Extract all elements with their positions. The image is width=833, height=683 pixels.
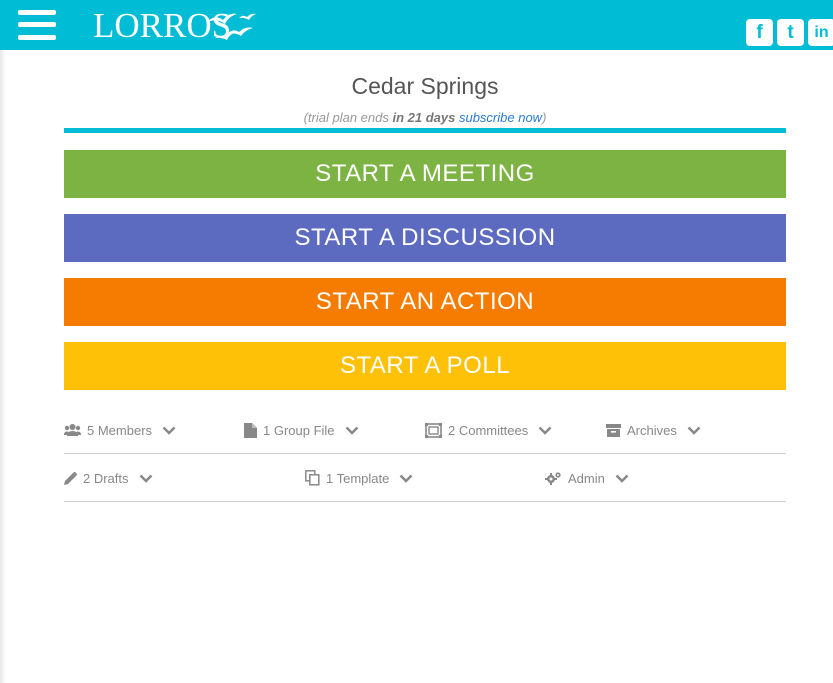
chevron-down-icon	[687, 426, 701, 435]
gears-icon	[545, 472, 561, 485]
group-info-row-1: 5 Members 1 Group File 2 Committees Arch…	[64, 406, 786, 454]
group-info-row-2: 2 Drafts 1 Template Admin	[64, 454, 786, 502]
chevron-down-icon	[345, 426, 358, 435]
drafts-label: 2 Drafts	[83, 470, 129, 486]
members-label: 5 Members	[87, 422, 153, 438]
members-dropdown[interactable]: 5 Members	[64, 406, 176, 454]
archives-label: Archives	[627, 422, 677, 438]
pencil-icon	[64, 471, 77, 485]
file-icon	[244, 422, 257, 438]
template-icon	[305, 470, 320, 486]
admin-label: Admin	[568, 470, 605, 486]
facebook-icon[interactable]: f	[746, 19, 773, 46]
menu-icon[interactable]	[18, 10, 56, 40]
archives-dropdown[interactable]: Archives	[606, 406, 701, 454]
trial-prefix: (trial plan ends	[303, 110, 393, 125]
members-icon	[64, 424, 81, 436]
start-action-button[interactable]: START AN ACTION	[64, 278, 786, 326]
page-title: Cedar Springs	[351, 73, 499, 99]
group-file-label: 1 Group File	[263, 422, 335, 438]
chevron-down-icon	[399, 474, 413, 483]
trial-days: in 21 days	[392, 110, 456, 125]
template-dropdown[interactable]: 1 Template	[305, 454, 413, 502]
subscribe-link[interactable]: subscribe now	[459, 110, 542, 125]
start-poll-button[interactable]: START A POLL	[64, 342, 786, 390]
chevron-down-icon	[162, 426, 176, 435]
chevron-down-icon	[139, 474, 152, 483]
template-label: 1 Template	[326, 470, 390, 486]
committees-icon	[425, 422, 442, 438]
chevron-down-icon	[615, 474, 629, 483]
trial-suffix: )	[542, 110, 547, 125]
archive-icon	[606, 423, 621, 437]
start-meeting-button[interactable]: START A MEETING	[64, 150, 786, 198]
group-file-dropdown[interactable]: 1 Group File	[244, 406, 359, 454]
left-edge-shadow	[0, 50, 6, 683]
birds-logo-icon	[207, 13, 256, 40]
linkedin-icon[interactable]: in	[808, 19, 833, 46]
start-discussion-button[interactable]: START A DISCUSSION	[64, 214, 786, 262]
committees-dropdown[interactable]: 2 Committees	[425, 406, 552, 454]
admin-dropdown[interactable]: Admin	[545, 454, 629, 502]
trial-notice: (trial plan ends in 21 days subscribe no…	[64, 110, 786, 125]
top-header: LORROS f t in	[0, 0, 833, 50]
social-links: f t in	[746, 19, 833, 46]
committees-label: 2 Committees	[448, 422, 529, 438]
title-divider	[64, 128, 786, 133]
twitter-icon[interactable]: t	[777, 19, 804, 46]
drafts-dropdown[interactable]: 2 Drafts	[64, 454, 153, 502]
chevron-down-icon	[538, 426, 552, 435]
